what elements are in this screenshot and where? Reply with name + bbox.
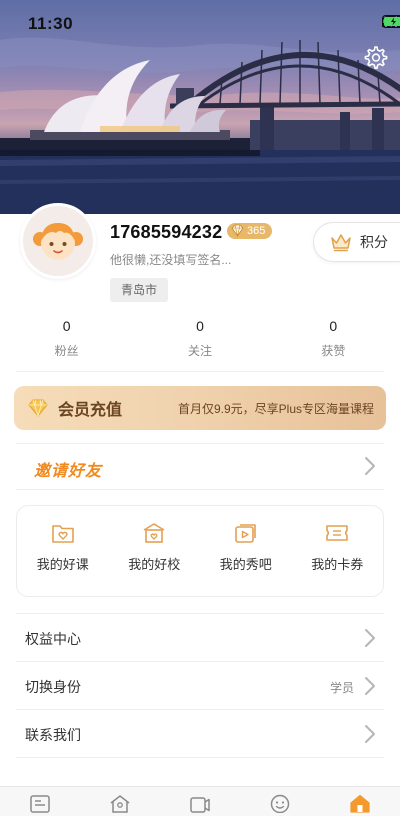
- school-icon: [143, 523, 165, 543]
- stat-fans[interactable]: 0 粉丝: [0, 318, 133, 368]
- ticket-icon: [326, 525, 349, 541]
- stat-label: 获赞: [321, 344, 346, 358]
- news-icon: [30, 795, 50, 813]
- menu-item-value: 学员: [329, 681, 354, 695]
- chevron-right-icon: [365, 677, 375, 695]
- quick-link-label: 我的好课: [36, 557, 89, 572]
- stat-likes[interactable]: 0 获赞: [267, 318, 400, 368]
- quick-link-label: 我的卡券: [311, 557, 364, 572]
- smile-icon: [270, 794, 290, 813]
- vip-recharge-banner[interactable]: 会员充值 首月仅9.9元，尽享Plus专区海量课程: [14, 386, 386, 430]
- quick-link-label: 我的好校: [128, 557, 181, 572]
- chevron-right-icon: [365, 629, 375, 647]
- quick-link-my-schools[interactable]: 我的好校: [109, 506, 201, 596]
- stat-value: 0: [329, 318, 338, 334]
- menu-item-label: 联系我们: [25, 727, 81, 743]
- stat-following[interactable]: 0 关注: [133, 318, 266, 368]
- battery-icon: [382, 15, 400, 28]
- chevron-right-icon: [365, 725, 375, 743]
- home-icon: [350, 794, 370, 813]
- tab-social[interactable]: [240, 787, 320, 816]
- status-bar: 11:30: [0, 0, 400, 46]
- divider: [16, 757, 384, 758]
- chevron-right-icon: [365, 457, 375, 475]
- menu-item-label: 权益中心: [25, 631, 81, 647]
- quick-link-label: 我的秀吧: [219, 557, 272, 572]
- stat-label: 粉丝: [54, 344, 79, 358]
- quick-links-card: 我的好课 我的好校 我的秀吧 我的卡券: [16, 505, 384, 597]
- folder-heart-icon: [51, 525, 74, 543]
- status-time: 11:30: [28, 14, 74, 33]
- video-icon: [234, 524, 256, 543]
- menu-item-label: 切换身份: [25, 679, 81, 695]
- crown-icon: [331, 234, 351, 252]
- invite-label: 邀请好友: [34, 463, 103, 480]
- avatar[interactable]: [20, 203, 96, 279]
- video-tab-icon: [190, 797, 210, 813]
- quick-link-my-shows[interactable]: 我的秀吧: [200, 506, 292, 596]
- stat-value: 0: [196, 318, 204, 334]
- points-button[interactable]: 积分: [313, 222, 400, 262]
- diamond-icon: [28, 399, 48, 417]
- menu-item-contact-us[interactable]: 联系我们: [0, 710, 400, 758]
- recharge-description: 首月仅9.9元，尽享Plus专区海量课程: [177, 401, 374, 416]
- stat-label: 关注: [187, 344, 212, 358]
- quick-link-my-courses[interactable]: 我的好课: [17, 506, 109, 596]
- girl-avatar-icon: [33, 223, 83, 260]
- vip-level: 365: [247, 225, 266, 237]
- user-phone: 17685594232: [110, 222, 223, 242]
- stat-value: 0: [62, 318, 71, 334]
- tab-videos[interactable]: [160, 787, 240, 816]
- city-tag: 青岛市: [110, 278, 168, 302]
- divider: [16, 371, 384, 372]
- points-label: 积分: [360, 234, 388, 250]
- settings-button[interactable]: [362, 44, 388, 70]
- school-tab-icon: [110, 795, 130, 813]
- menu-item-benefits[interactable]: 权益中心: [0, 614, 400, 662]
- gear-icon: [364, 46, 388, 69]
- divider: [16, 489, 384, 490]
- stats-row: 0 粉丝 0 关注 0 获赞: [0, 318, 400, 368]
- quick-link-my-coupons[interactable]: 我的卡券: [292, 506, 384, 596]
- diamond-icon: [231, 224, 244, 237]
- menu-item-switch-identity[interactable]: 切换身份 学员: [0, 662, 400, 710]
- tab-news[interactable]: [0, 787, 80, 816]
- recharge-title: 会员充值: [58, 402, 123, 419]
- vip-badge[interactable]: 365: [227, 223, 273, 239]
- user-signature[interactable]: 他很懒,还没填写签名...: [110, 251, 231, 268]
- tab-schools[interactable]: [80, 787, 160, 816]
- tab-me[interactable]: [320, 787, 400, 816]
- tab-bar: [0, 786, 400, 816]
- invite-friends-row[interactable]: 邀请好友: [0, 444, 400, 488]
- header-banner: 11:30: [0, 0, 400, 214]
